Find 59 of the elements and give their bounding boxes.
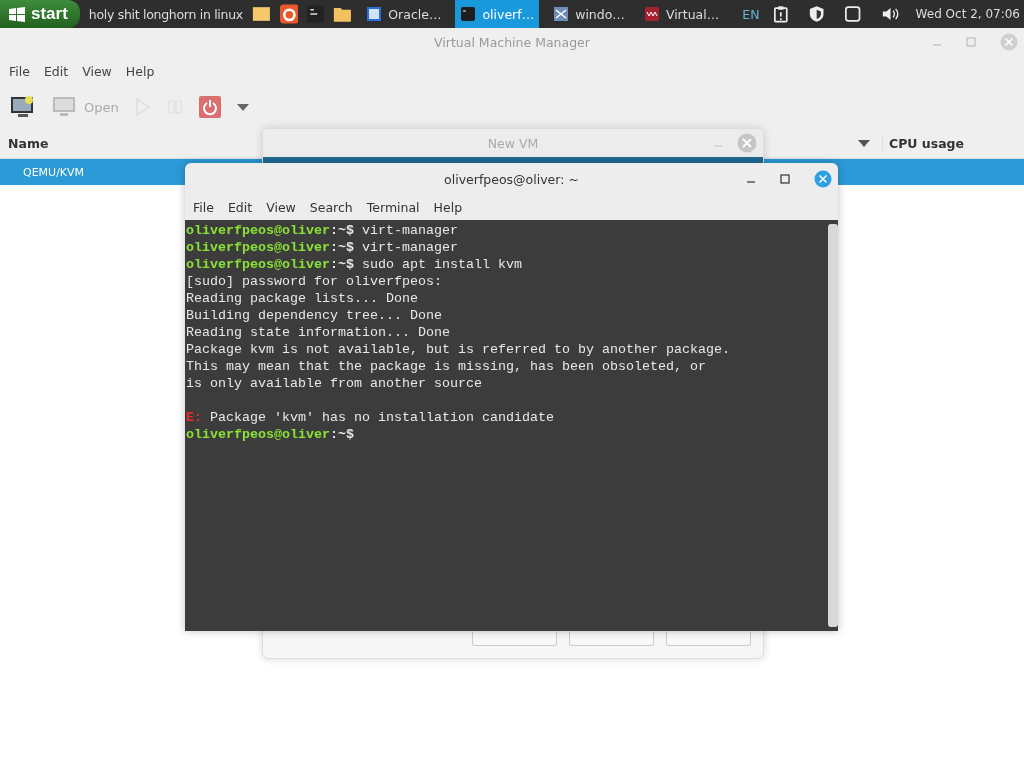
taskbar-task[interactable]: Oracle… bbox=[361, 0, 447, 28]
prompt-path: :~$ bbox=[329, 223, 354, 238]
prompt-user: oliverfpeos@oliver bbox=[186, 223, 330, 238]
maximize-icon[interactable] bbox=[780, 174, 790, 184]
window-icon bbox=[553, 6, 570, 22]
menu-item[interactable]: Search bbox=[309, 200, 353, 215]
prompt-user: oliverfpeos@oliver bbox=[186, 257, 330, 272]
prompt-path: :~$ bbox=[329, 240, 354, 255]
output-line: is only available from another source bbox=[186, 376, 482, 391]
output-line: [sudo] password for oliverfpeos: bbox=[186, 274, 442, 289]
windows-logo-icon bbox=[8, 6, 26, 22]
folder-icon[interactable] bbox=[251, 5, 271, 23]
start-button[interactable]: start bbox=[0, 0, 80, 28]
menu-item[interactable]: Terminal bbox=[366, 200, 420, 215]
output-line: Reading package lists... Done bbox=[186, 291, 418, 306]
command-text: virt-manager bbox=[360, 240, 458, 255]
clipboard-icon[interactable] bbox=[774, 4, 789, 24]
output-line: Package 'kvm' has no installation candidate bbox=[209, 410, 554, 425]
prompt-user: oliverfpeos@oliver bbox=[186, 240, 330, 255]
taskbar-task[interactable]: Virtual… bbox=[638, 0, 725, 28]
new-vm-icon[interactable] bbox=[10, 95, 36, 119]
window-title: New VM bbox=[487, 135, 539, 151]
taskbar-task[interactable]: windo… bbox=[548, 0, 630, 28]
output-line: Reading state information... Done bbox=[186, 325, 450, 340]
app-launcher-icon[interactable] bbox=[279, 3, 299, 25]
power-icon[interactable] bbox=[198, 96, 221, 118]
clock[interactable]: Wed Oct 2, 07:06 bbox=[915, 7, 1020, 21]
prompt-path: :~$ bbox=[329, 257, 354, 272]
prompt-path: :~$ bbox=[329, 427, 354, 442]
terminal-icon[interactable] bbox=[307, 4, 325, 24]
column-header[interactable]: CPU usage bbox=[882, 135, 1024, 151]
command-text: virt-manager bbox=[360, 223, 458, 238]
volume-icon[interactable] bbox=[881, 5, 901, 23]
window-title: oliverfpeos@oliver: ~ bbox=[444, 171, 579, 187]
dropdown-arrow-icon[interactable] bbox=[236, 103, 249, 111]
menu-item[interactable]: File bbox=[9, 63, 30, 79]
command-text: sudo apt install kvm bbox=[360, 257, 522, 272]
output-line: Package kvm is not available, but is referred to by another package. bbox=[186, 342, 730, 357]
window-icon bbox=[366, 6, 383, 22]
taskbar-title: holy shit longhorn in linux bbox=[88, 6, 243, 22]
menu-item[interactable]: View bbox=[82, 63, 112, 79]
menu-item[interactable]: Edit bbox=[227, 200, 253, 215]
menu-item[interactable]: View bbox=[266, 200, 296, 215]
menu-item[interactable]: Help bbox=[125, 63, 155, 79]
window-title: Virtual Machine Manager bbox=[434, 34, 590, 50]
shield-icon[interactable] bbox=[809, 4, 825, 24]
dropdown-arrow-icon[interactable] bbox=[858, 139, 870, 147]
prompt-user: oliverfpeos@oliver bbox=[186, 427, 330, 442]
close-icon[interactable] bbox=[814, 170, 832, 188]
menu-item[interactable]: Help bbox=[433, 200, 463, 215]
keyboard-layout[interactable]: EN bbox=[742, 6, 760, 22]
connection-name: QEMU/KVM bbox=[23, 165, 85, 179]
output-line: This may mean that the package is missing, has been obsoleted, or bbox=[186, 359, 706, 374]
output-line: Building dependency tree... Done bbox=[186, 308, 442, 323]
error-prefix: E: bbox=[186, 410, 202, 425]
menu-item[interactable]: File bbox=[193, 200, 214, 215]
terminal-icon bbox=[460, 6, 477, 22]
menu-item[interactable]: Edit bbox=[43, 63, 69, 79]
square-icon[interactable] bbox=[845, 5, 861, 23]
